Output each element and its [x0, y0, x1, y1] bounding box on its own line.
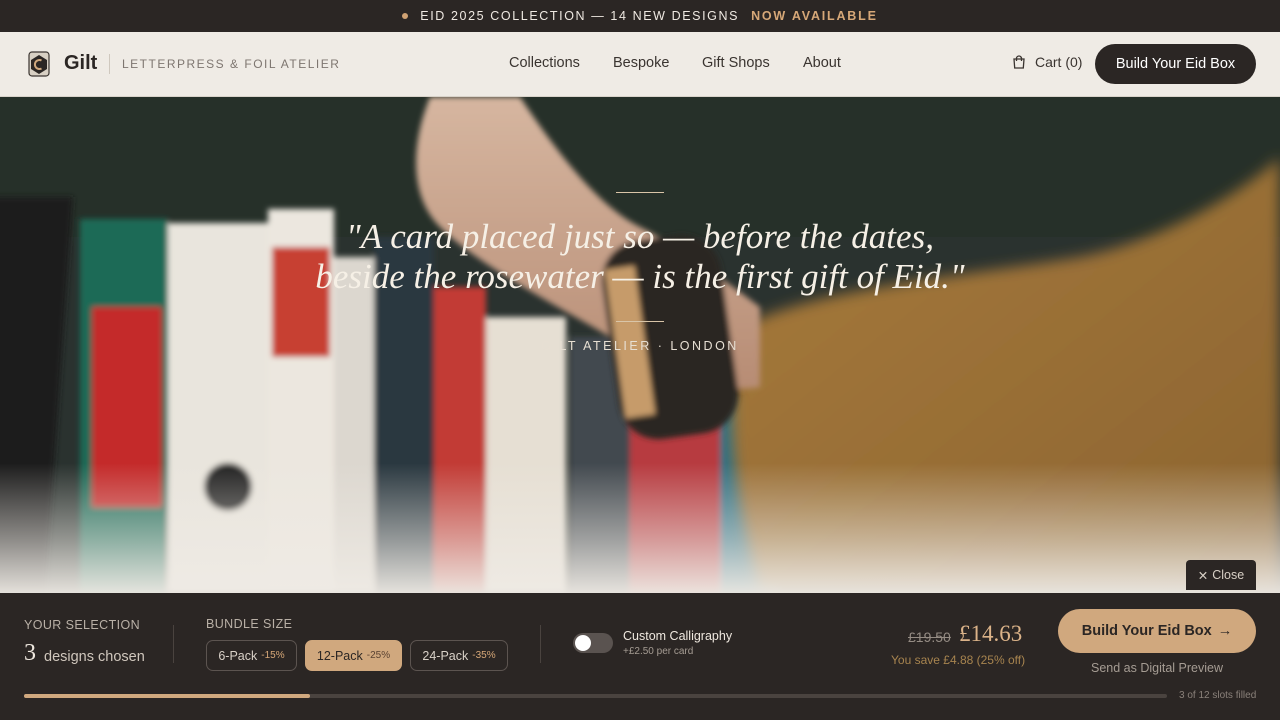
bundle-name: 12-Pack [316, 648, 363, 663]
announcement-text: EID 2025 COLLECTION — 14 NEW DESIGNS [420, 9, 740, 23]
bundle-discount: -15% [261, 650, 285, 661]
slots-progress-bar [24, 694, 1167, 698]
gilt-logo-icon[interactable] [26, 50, 52, 78]
calligraphy-title: Custom Calligraphy [623, 629, 733, 643]
nav-bespoke[interactable]: Bespoke [613, 55, 669, 71]
savings-text: You save £4.88 (25% off) [891, 653, 1026, 667]
brand-divider [109, 54, 110, 74]
build-eid-box-header-button[interactable]: Build Your Eid Box [1095, 44, 1256, 84]
shopping-bag-icon [1013, 55, 1025, 69]
close-bar-button[interactable]: ✕ Close [1186, 560, 1256, 590]
bundle-6-pack-button[interactable]: 6-Pack -15% [206, 640, 297, 671]
hero-section: "A card placed just so — before the date… [0, 97, 1280, 593]
close-label: Close [1212, 568, 1245, 582]
site-header: Gilt LETTERPRESS & FOIL ATELIER Collecti… [0, 32, 1280, 97]
calligraphy-price: +£2.50 per card [623, 646, 694, 657]
bundle-12-pack-button[interactable]: 12-Pack -25% [305, 640, 402, 671]
announcement-cta-link[interactable]: NOW AVAILABLE [751, 9, 878, 23]
slots-progress-fill [24, 694, 310, 698]
toggle-knob [575, 635, 591, 651]
bundle-24-pack-button[interactable]: 24-Pack -35% [410, 640, 508, 671]
calligraphy-toggle[interactable] [573, 633, 613, 653]
nav-collections[interactable]: Collections [509, 55, 580, 71]
slots-filled-text: 3 of 12 slots filled [1179, 690, 1257, 701]
selection-label: YOUR SELECTION [24, 618, 141, 632]
selection-count-text: designs chosen [44, 649, 145, 665]
send-digital-preview-link[interactable]: Send as Digital Preview [1058, 661, 1256, 675]
cart-label: Cart (0) [1035, 54, 1083, 70]
build-eid-box-label: Build Your Eid Box [1081, 623, 1212, 639]
cart-link[interactable]: Cart (0) [1011, 54, 1082, 70]
bundle-name: 24-Pack [422, 648, 469, 663]
bundle-name: 6-Pack [218, 648, 258, 663]
announcement-bar: EID 2025 COLLECTION — 14 NEW DESIGNS NOW… [0, 0, 1280, 32]
original-price: £19.50 [908, 629, 951, 645]
bullet-dot-icon [402, 13, 409, 19]
hero-fade-overlay [0, 463, 1280, 593]
divider [173, 625, 174, 663]
divider [540, 625, 541, 663]
current-price: £14.63 [959, 621, 1023, 646]
hero-quote-source: GILT ATELIER · LONDON [541, 339, 739, 353]
nav-about[interactable]: About [803, 55, 841, 71]
quote-bottom-rule [616, 321, 664, 322]
hero-quote: "A card placed just so — before the date… [240, 217, 1040, 297]
close-icon: ✕ [1197, 568, 1209, 583]
selection-bar: YOUR SELECTION 3 designs chosen BUNDLE S… [0, 593, 1280, 720]
selection-count: 3 [24, 640, 36, 666]
hero-quote-line-1: "A card placed just so — before the date… [346, 217, 934, 256]
brand-tagline: LETTERPRESS & FOIL ATELIER [122, 57, 341, 71]
arrow-right-icon: → [1217, 623, 1233, 639]
quote-top-rule [616, 192, 664, 193]
bundle-discount: -25% [366, 650, 391, 661]
build-eid-box-button[interactable]: Build Your Eid Box → [1058, 609, 1256, 653]
brand-name[interactable]: Gilt [64, 52, 97, 75]
nav-gift-shops[interactable]: Gift Shops [702, 55, 770, 71]
bundle-size-label: BUNDLE SIZE [206, 617, 293, 631]
bundle-discount: -35% [472, 650, 496, 661]
hero-quote-line-2: beside the rosewater — is the first gift… [315, 257, 965, 296]
